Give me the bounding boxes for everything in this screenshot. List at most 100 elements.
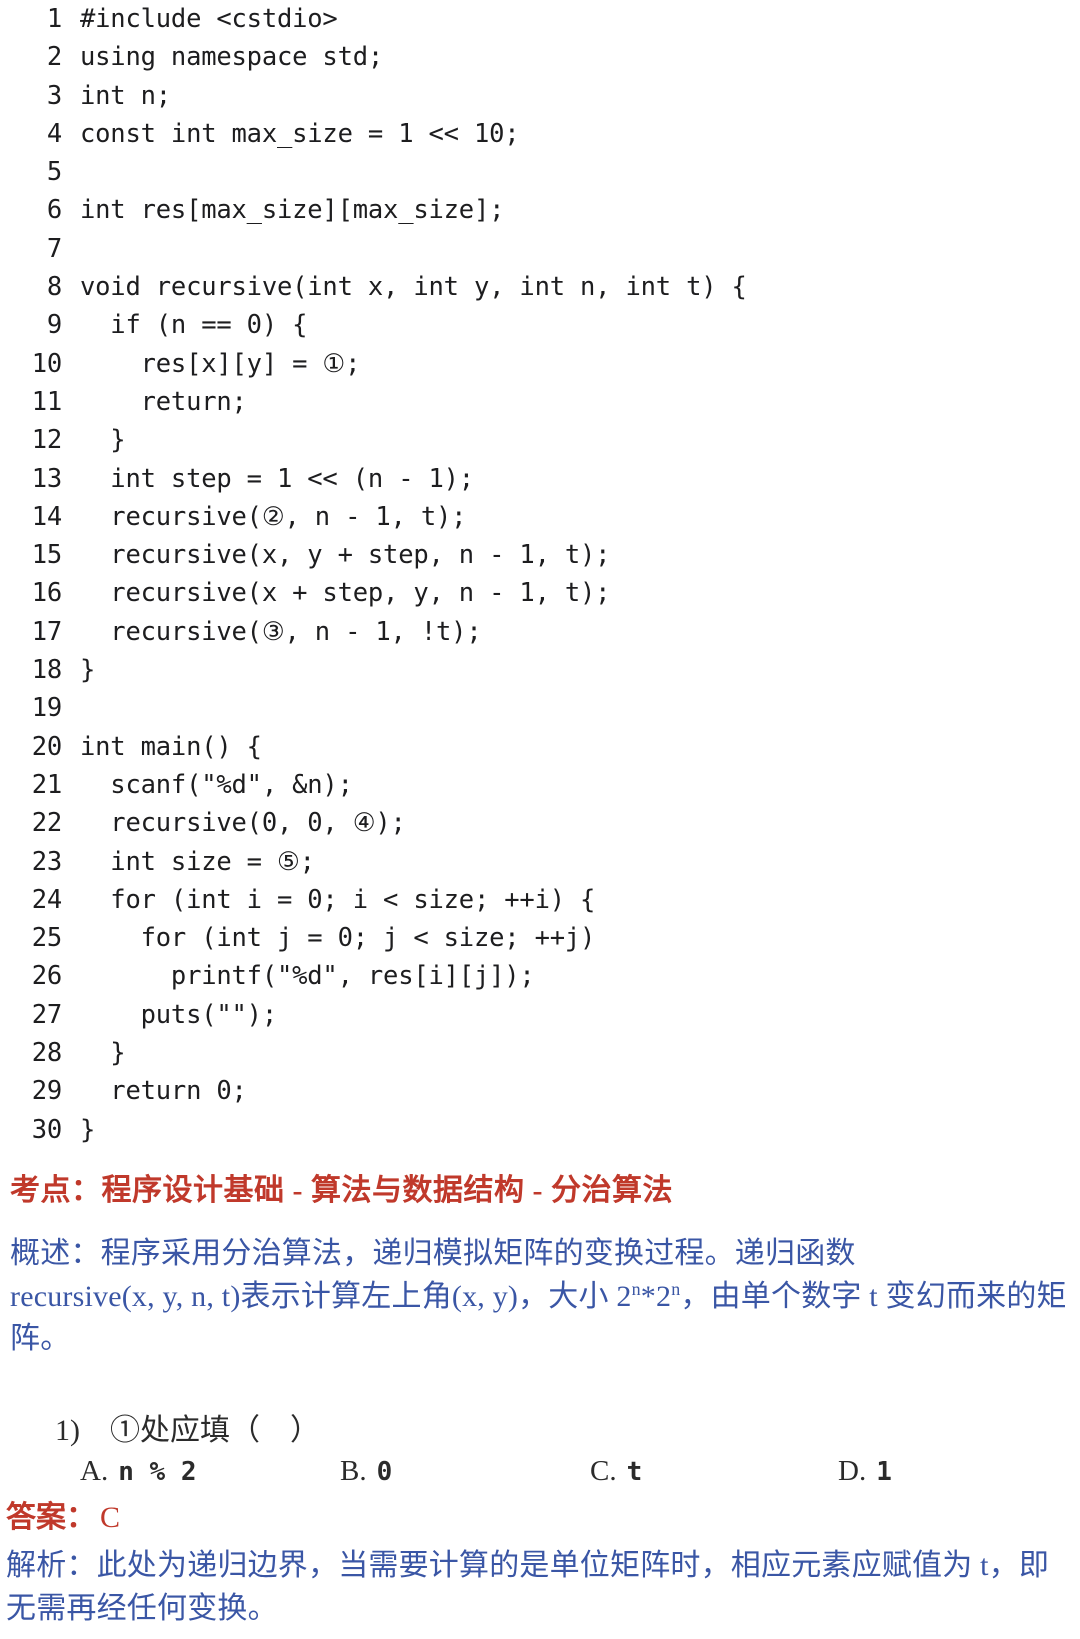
code-line: 2 using namespace std;: [0, 42, 1080, 80]
code-text: for (int j = 0; j < size; ++j): [80, 923, 596, 954]
line-number: 13: [31, 463, 63, 494]
line-number: 2: [46, 42, 62, 73]
line-number: 5: [46, 157, 62, 188]
line-number: 19: [31, 693, 63, 724]
code-line: 24 for (int i = 0; i < size; ++i) {: [0, 885, 1080, 923]
code-line: 27 puts("");: [0, 1000, 1080, 1038]
answer-value: C: [100, 1501, 121, 1534]
code-line: 13 int step = 1 << (n - 1);: [0, 464, 1080, 502]
code-text: using namespace std;: [80, 42, 384, 73]
line-number: 23: [31, 846, 63, 877]
code-line: 18}: [0, 655, 1080, 693]
line-number: 7: [46, 233, 62, 264]
code-line: 11 return;: [0, 387, 1080, 425]
explanation-block: 解析：此处为递归边界，当需要计算的是单位矩阵时，相应元素应赋值为 t，即无需再经…: [6, 1549, 1050, 1625]
option-b-key: B.: [340, 1455, 367, 1487]
code-text: }: [80, 425, 126, 456]
line-number: 11: [31, 386, 63, 417]
line-number: 6: [46, 195, 62, 226]
option-a-value: n % 2: [118, 1457, 197, 1487]
line-number: 4: [46, 118, 62, 149]
code-line: 5: [0, 157, 1080, 195]
code-text: for (int i = 0; i < size; ++i) {: [80, 884, 596, 915]
code-line: 19: [0, 693, 1080, 731]
code-text: printf("%d", res[i][j]);: [80, 961, 535, 992]
code-text: puts("");: [80, 999, 278, 1030]
line-number: 30: [31, 1114, 63, 1145]
line-number: 16: [31, 578, 63, 609]
code-text: recursive(x, y + step, n - 1, t);: [80, 540, 611, 571]
code-listing: 1 #include <cstdio> 2 using namespace std; 3…: [0, 0, 1080, 1153]
line-number: 10: [31, 348, 63, 379]
code-line: 16 recursive(x + step, y, n - 1, t);: [0, 578, 1080, 616]
options-row: A. n % 2 B. 0 C. t D. 1: [0, 1455, 1080, 1499]
code-text: if (n == 0) {: [80, 310, 308, 341]
code-line: 22 recursive(0, 0, ④);: [0, 808, 1080, 846]
line-number: 15: [31, 540, 63, 571]
line-number: 27: [31, 999, 63, 1030]
line-number: 29: [31, 1076, 63, 1107]
overview-part-two-before: recursive(x, y, n, t)表示计算左上角(x, y)，大小 2: [10, 1279, 632, 1313]
code-text: recursive(0, 0, ④);: [80, 808, 406, 839]
option-c[interactable]: C. t: [590, 1455, 642, 1488]
code-line: 1 #include <cstdio>: [0, 4, 1080, 42]
code-line: 17 recursive(③, n - 1, !t);: [0, 617, 1080, 655]
code-line: 23 int size = ⑤;: [0, 847, 1080, 885]
line-number: 24: [31, 884, 63, 915]
option-d[interactable]: D. 1: [838, 1455, 892, 1488]
line-number: 26: [31, 961, 63, 992]
code-line: 6 int res[max_size][max_size];: [0, 195, 1080, 233]
code-line: 15 recursive(x, y + step, n - 1, t);: [0, 540, 1080, 578]
line-number: 8: [46, 272, 62, 303]
line-number: 1: [46, 4, 62, 34]
overview-part-two-mid: *2: [640, 1279, 672, 1313]
code-line: 20 int main() {: [0, 732, 1080, 770]
code-text: return;: [80, 386, 247, 417]
option-a-key: A.: [80, 1455, 109, 1487]
line-number: 12: [31, 425, 63, 456]
code-text: recursive(③, n - 1, !t);: [80, 616, 482, 647]
line-number: 18: [31, 655, 63, 686]
answer-label: 答案：: [6, 1501, 96, 1534]
code-text: #include <cstdio>: [80, 4, 338, 34]
line-number: 21: [31, 769, 63, 800]
code-line: 21 scanf("%d", &n);: [0, 770, 1080, 808]
code-line: 25 for (int j = 0; j < size; ++j): [0, 923, 1080, 961]
question-line: 1) ①处应填（ ）: [55, 1414, 320, 1447]
line-number: 17: [31, 616, 63, 647]
line-number: 9: [46, 310, 62, 341]
line-number: 3: [46, 80, 62, 111]
overview-block: 概述：程序采用分治算法，递归模拟矩阵的变换过程。递归函数 recursive(x,…: [10, 1233, 1072, 1361]
option-b-value: 0: [376, 1457, 393, 1487]
line-number: 22: [31, 808, 63, 839]
exponent-n-first: n: [631, 1278, 641, 1299]
code-text: recursive(x + step, y, n - 1, t);: [80, 578, 611, 609]
option-a[interactable]: A. n % 2: [80, 1455, 196, 1488]
code-text: int size = ⑤;: [80, 846, 315, 877]
code-text: }: [80, 1114, 96, 1145]
line-number: 20: [31, 731, 63, 762]
line-number: 28: [31, 1038, 63, 1069]
code-line: 3 int n;: [0, 81, 1080, 119]
code-line: 26 printf("%d", res[i][j]);: [0, 961, 1080, 999]
code-line: 8 void recursive(int x, int y, int n, int…: [0, 272, 1080, 310]
code-text: }: [80, 655, 96, 686]
code-text: int main() {: [80, 731, 262, 762]
option-c-value: t: [626, 1457, 643, 1487]
code-text: int res[max_size][max_size];: [80, 195, 505, 226]
code-line: 7: [0, 234, 1080, 272]
code-line: 30}: [0, 1115, 1080, 1153]
code-line: 29 return 0;: [0, 1076, 1080, 1114]
option-d-key: D.: [838, 1455, 867, 1487]
code-text: const int max_size = 1 << 10;: [80, 118, 520, 149]
option-b[interactable]: B. 0: [340, 1455, 392, 1488]
code-text: recursive(②, n - 1, t);: [80, 501, 467, 532]
code-text: }: [80, 1038, 126, 1069]
line-number: 14: [31, 501, 63, 532]
topic-line: 考点：程序设计基础 - 算法与数据结构 - 分治算法: [10, 1174, 673, 1207]
code-line: 4 const int max_size = 1 << 10;: [0, 119, 1080, 157]
code-text: return 0;: [80, 1076, 247, 1107]
code-text: void recursive(int x, int y, int n, int …: [80, 272, 747, 303]
code-line: 9 if (n == 0) {: [0, 310, 1080, 348]
option-d-value: 1: [876, 1457, 892, 1487]
